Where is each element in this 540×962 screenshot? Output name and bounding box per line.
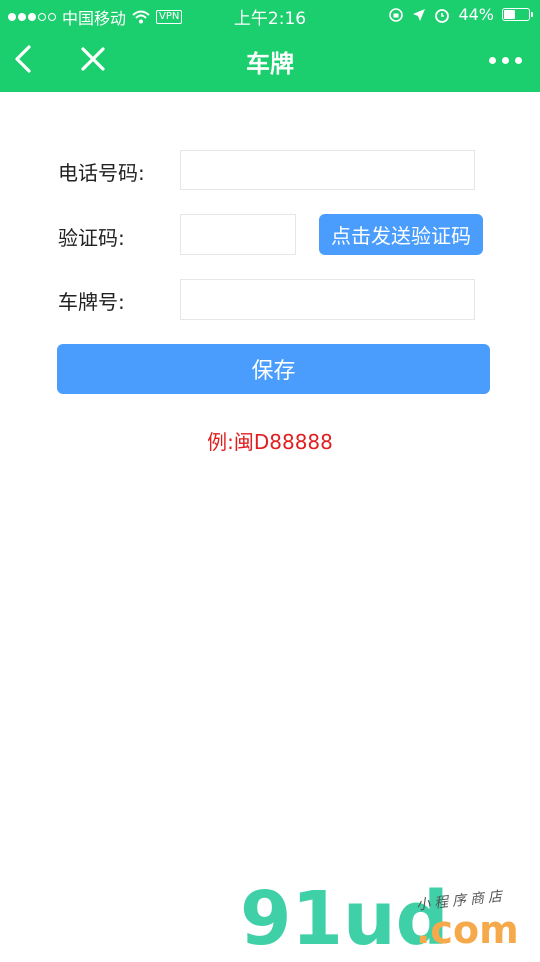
battery-percent: 44% (458, 5, 494, 24)
watermark-logo: 91ud 小程序商店 .com (240, 882, 530, 956)
orientation-lock-icon (389, 7, 404, 22)
more-icon[interactable] (489, 57, 522, 64)
status-bar: 中国移动 VPN 上午2:16 44% (0, 0, 540, 30)
plate-label: 车牌号: (58, 290, 125, 314)
nav-bar: 车牌 (0, 30, 540, 92)
location-arrow-icon (413, 8, 426, 21)
phone-input[interactable] (180, 150, 475, 190)
alarm-icon (435, 8, 450, 23)
send-code-button[interactable]: 点击发送验证码 (319, 214, 483, 255)
phone-label: 电话号码: (58, 161, 145, 185)
plate-number-input[interactable] (180, 279, 475, 320)
page-title: 车牌 (246, 50, 294, 78)
watermark-domain: .com (416, 908, 519, 952)
status-right: 44% (388, 5, 533, 24)
code-label: 验证码: (58, 226, 125, 250)
battery-icon (502, 8, 533, 21)
verification-code-input[interactable] (180, 214, 296, 255)
plate-example-hint: 例:闽D88888 (207, 430, 333, 454)
save-button[interactable]: 保存 (57, 344, 490, 394)
